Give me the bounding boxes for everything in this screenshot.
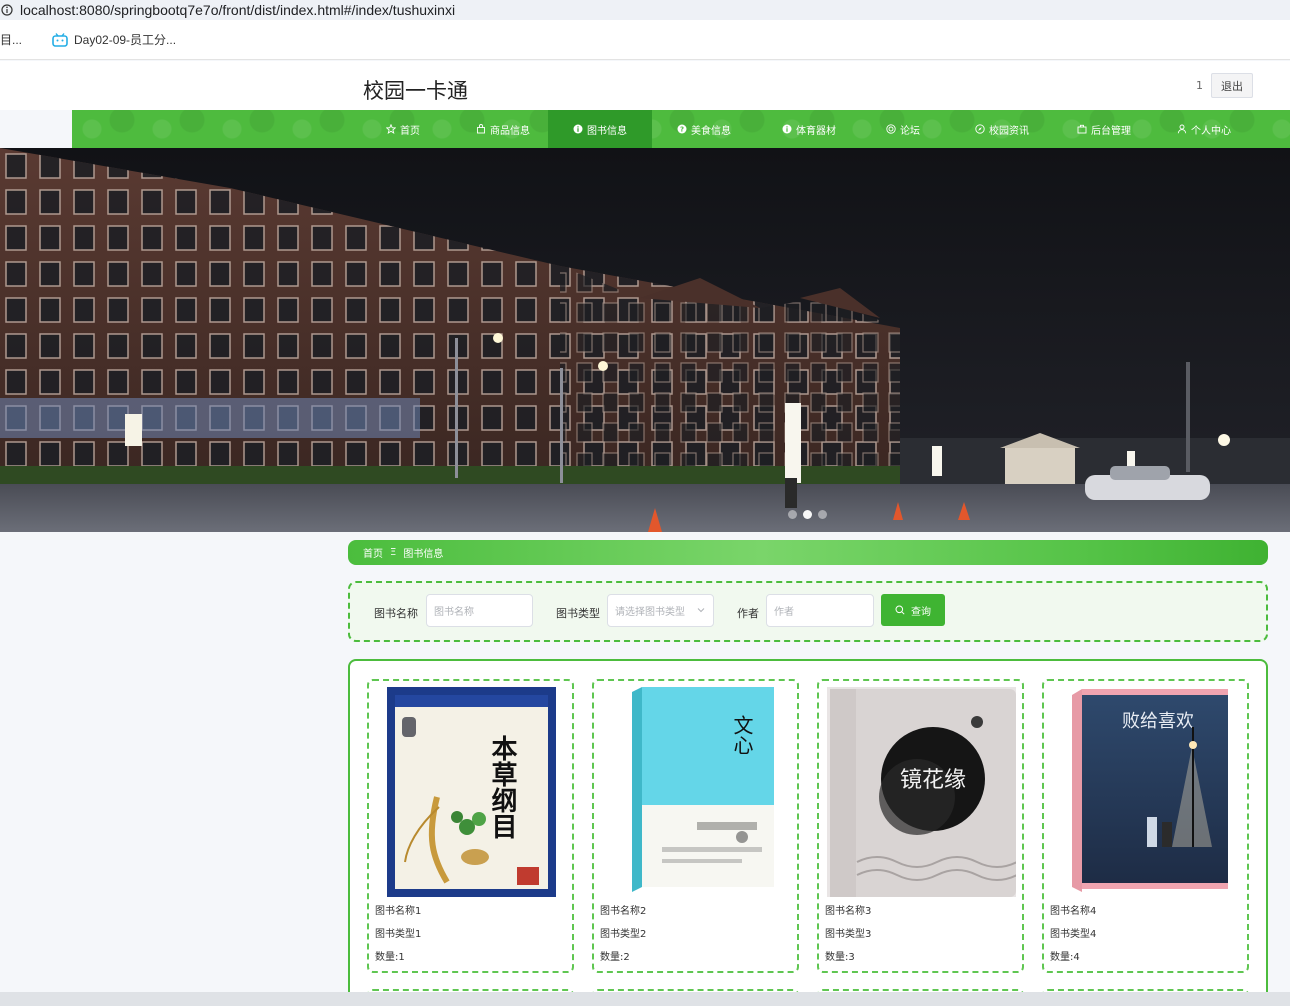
nav-item-books[interactable]: 图书信息 [548,110,652,148]
bookmarks-bar: 目... Day02-09-员工分... [0,20,1290,60]
book-type-select[interactable]: 请选择图书类型 [607,594,714,627]
book-card[interactable]: 本草纲目 图书名称1 图书类型1 数量:1 [367,679,574,973]
book-name-label: 图书名称 [374,607,418,620]
nav-item-sports[interactable]: 体育器材 [766,110,852,148]
nav-label: 后台管理 [1091,125,1131,137]
nav-item-home[interactable]: 首页 [363,110,443,148]
author-input[interactable]: 作者 [766,594,874,627]
main-nav: 首页 商品信息 图书信息 ? 美食信息 体育器材 论坛 校园资讯 后台管理 个人… [72,110,1290,148]
book-cover-title: 本草纲目 [487,735,517,839]
compass-icon [975,124,985,134]
bookmark-label: Day02-09-员工分... [74,33,177,47]
books-panel: 本草纲目 图书名称1 图书类型1 数量:1 文心 图书名称2 图书类型2 数量:… [348,659,1268,1006]
bilibili-icon [52,32,68,47]
nav-item-forum[interactable]: 论坛 [872,110,934,148]
book-quantity: 数量:2 [600,952,630,963]
nav-label: 商品信息 [490,125,530,137]
search-button-label: 查询 [911,606,931,618]
nav-label: 个人中心 [1191,125,1231,137]
book-cover-image: 本草纲目 [377,687,566,897]
book-card[interactable]: 败给喜欢 图书名称4 图书类型4 数量:4 [1042,679,1249,973]
carousel-indicators [788,510,827,519]
username: 1 [1196,79,1203,92]
book-type-label: 图书类型 [556,607,600,620]
book-name: 图书名称4 [1050,906,1097,917]
search-button[interactable]: 查询 [881,594,945,626]
carousel-dot-active[interactable] [803,510,812,519]
site-title: 校园一卡通 [363,79,468,103]
search-icon [895,605,905,615]
address-bar[interactable]: localhost:8080/springbootq7e7o/front/dis… [0,0,1290,20]
breadcrumb-current: 图书信息 [403,549,444,560]
nav-item-news[interactable]: 校园资讯 [956,110,1048,148]
book-type: 图书类型3 [825,929,872,940]
star-icon [386,124,396,134]
bag-icon [476,124,486,134]
book-cover-title: 镜花缘 [900,768,966,793]
question-icon: ? [677,124,687,134]
nav-label: 论坛 [900,125,920,137]
breadcrumb-home[interactable]: 首页 [363,545,383,560]
book-card[interactable]: 镜花缘 图书名称3 图书类型3 数量:3 [817,679,1024,973]
bookmark-label: 目... [0,33,23,47]
book-type: 图书类型4 [1050,929,1097,940]
nav-item-admin[interactable]: 后台管理 [1060,110,1148,148]
bookmark-item[interactable]: 目... [0,31,22,48]
book-name: 图书名称3 [825,906,872,917]
svg-text:?: ? [680,126,684,134]
author-placeholder: 作者 [774,607,794,618]
book-quantity: 数量:4 [1050,952,1080,963]
briefcase-icon [1077,124,1087,134]
nav-item-food[interactable]: ? 美食信息 [660,110,748,148]
search-panel: 图书名称 图书名称 图书类型 请选择图书类型 作者 作者 查询 [348,581,1268,642]
nav-label: 体育器材 [796,125,836,137]
logout-button[interactable]: 退出 [1211,73,1253,98]
book-name-input[interactable]: 图书名称 [426,594,533,627]
book-quantity: 数量:3 [825,952,855,963]
carousel-dot[interactable] [818,510,827,519]
author-label: 作者 [737,607,759,620]
book-quantity: 数量:1 [375,952,405,963]
breadcrumb-separator: Ξ [390,547,397,558]
carousel-dot[interactable] [788,510,797,519]
user-icon [1177,124,1187,134]
horizontal-scrollbar[interactable] [0,992,1290,1006]
book-cover-image: 文心 [602,687,791,897]
book-cover-image: 败给喜欢 [1052,687,1241,897]
bookmark-item[interactable]: Day02-09-员工分... [52,31,176,48]
info-icon [782,124,792,134]
breadcrumb: 首页 Ξ 图书信息 [348,540,1268,565]
book-name-placeholder: 图书名称 [434,607,474,618]
nav-item-profile[interactable]: 个人中心 [1168,110,1240,148]
nav-label: 图书信息 [587,125,627,137]
book-type: 图书类型2 [600,929,647,940]
url-text[interactable]: localhost:8080/springbootq7e7o/front/dis… [20,2,455,18]
banner-image [0,148,1290,532]
nav-item-goods[interactable]: 商品信息 [456,110,550,148]
book-name: 图书名称2 [600,906,647,917]
book-type: 图书类型1 [375,929,422,940]
book-cover-title: 败给喜欢 [1122,711,1194,732]
target-icon [886,124,896,134]
book-type-placeholder: 请选择图书类型 [615,607,685,618]
site-header: 校园一卡通 1 退出 [0,61,1290,110]
nav-label: 美食信息 [691,125,731,137]
info-icon [573,124,583,134]
book-card[interactable]: 文心 图书名称2 图书类型2 数量:2 [592,679,799,973]
chevron-down-icon [697,606,705,617]
nav-label: 校园资讯 [989,125,1029,137]
book-cover-image: 镜花缘 [827,687,1016,897]
banner-carousel[interactable] [0,148,1290,532]
book-name: 图书名称1 [375,906,422,917]
nav-label: 首页 [400,125,420,137]
site-info-icon[interactable] [0,3,14,17]
book-cover-title: 文心 [730,715,754,755]
